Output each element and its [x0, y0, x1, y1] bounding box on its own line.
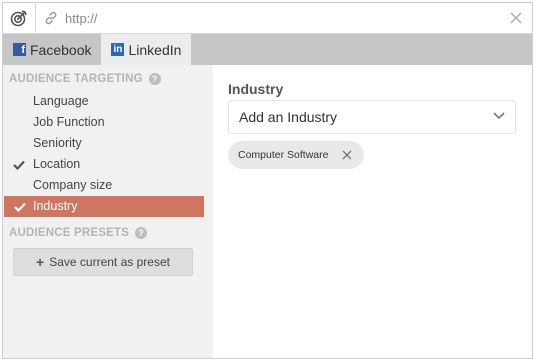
targeting-list: Language Job Function Seniority Location… — [3, 91, 213, 217]
plus-icon: + — [36, 254, 45, 270]
chip-label: Computer Software — [238, 149, 329, 161]
sidebar-item-label: Language — [33, 94, 89, 108]
network-tabs: f Facebook in LinkedIn — [3, 34, 532, 65]
tab-label: Facebook — [30, 41, 92, 58]
sidebar-item-label: Company size — [33, 178, 113, 192]
clear-url-button[interactable] — [508, 10, 524, 26]
tab-facebook[interactable]: f Facebook — [3, 34, 101, 65]
chevron-down-icon — [493, 112, 505, 120]
linkedin-icon: in — [111, 43, 125, 56]
dropdown-placeholder: Add an Industry — [239, 109, 338, 125]
audience-targeting-header: AUDIENCE TARGETING ? — [9, 73, 161, 85]
sidebar-item-label: Industry — [33, 199, 78, 213]
section-title: AUDIENCE TARGETING — [9, 73, 143, 85]
sidebar-item-job-function[interactable]: Job Function — [3, 112, 213, 133]
target-icon — [10, 10, 27, 27]
target-button[interactable] — [3, 3, 36, 33]
sidebar-item-label: Job Function — [33, 115, 105, 129]
field-label: Industry — [228, 81, 284, 97]
sidebar-item-location[interactable]: Location — [3, 154, 213, 175]
remove-chip-icon[interactable] — [342, 150, 352, 160]
close-icon — [510, 12, 522, 24]
help-icon[interactable]: ? — [148, 73, 161, 85]
button-label: Save current as preset — [49, 255, 170, 269]
url-input[interactable] — [65, 8, 485, 28]
url-bar — [3, 3, 532, 34]
industry-chip: Computer Software — [228, 141, 365, 169]
main-panel: Industry Add an Industry Computer Softwa… — [213, 65, 532, 358]
audience-presets-header: AUDIENCE PRESETS ? — [9, 227, 148, 239]
help-icon[interactable]: ? — [135, 227, 148, 239]
tab-linkedin[interactable]: in LinkedIn — [101, 34, 192, 65]
industry-dropdown[interactable]: Add an Industry — [228, 100, 516, 134]
sidebar-item-company-size[interactable]: Company size — [3, 175, 213, 196]
sidebar: AUDIENCE TARGETING ? Language Job Functi… — [3, 65, 213, 358]
check-icon — [13, 154, 25, 175]
sidebar-item-label: Seniority — [33, 136, 82, 150]
save-preset-button[interactable]: + Save current as preset — [13, 248, 193, 276]
link-icon — [45, 11, 57, 25]
tab-label: LinkedIn — [128, 41, 182, 58]
sidebar-item-language[interactable]: Language — [3, 91, 213, 112]
app-window: f Facebook in LinkedIn AUDIENCE TARGETIN… — [2, 2, 533, 359]
facebook-icon: f — [13, 43, 26, 56]
sidebar-item-seniority[interactable]: Seniority — [3, 133, 213, 154]
check-icon — [14, 196, 26, 217]
sidebar-item-industry[interactable]: Industry — [4, 196, 204, 217]
section-title: AUDIENCE PRESETS — [9, 227, 130, 239]
sidebar-item-label: Location — [33, 157, 81, 171]
